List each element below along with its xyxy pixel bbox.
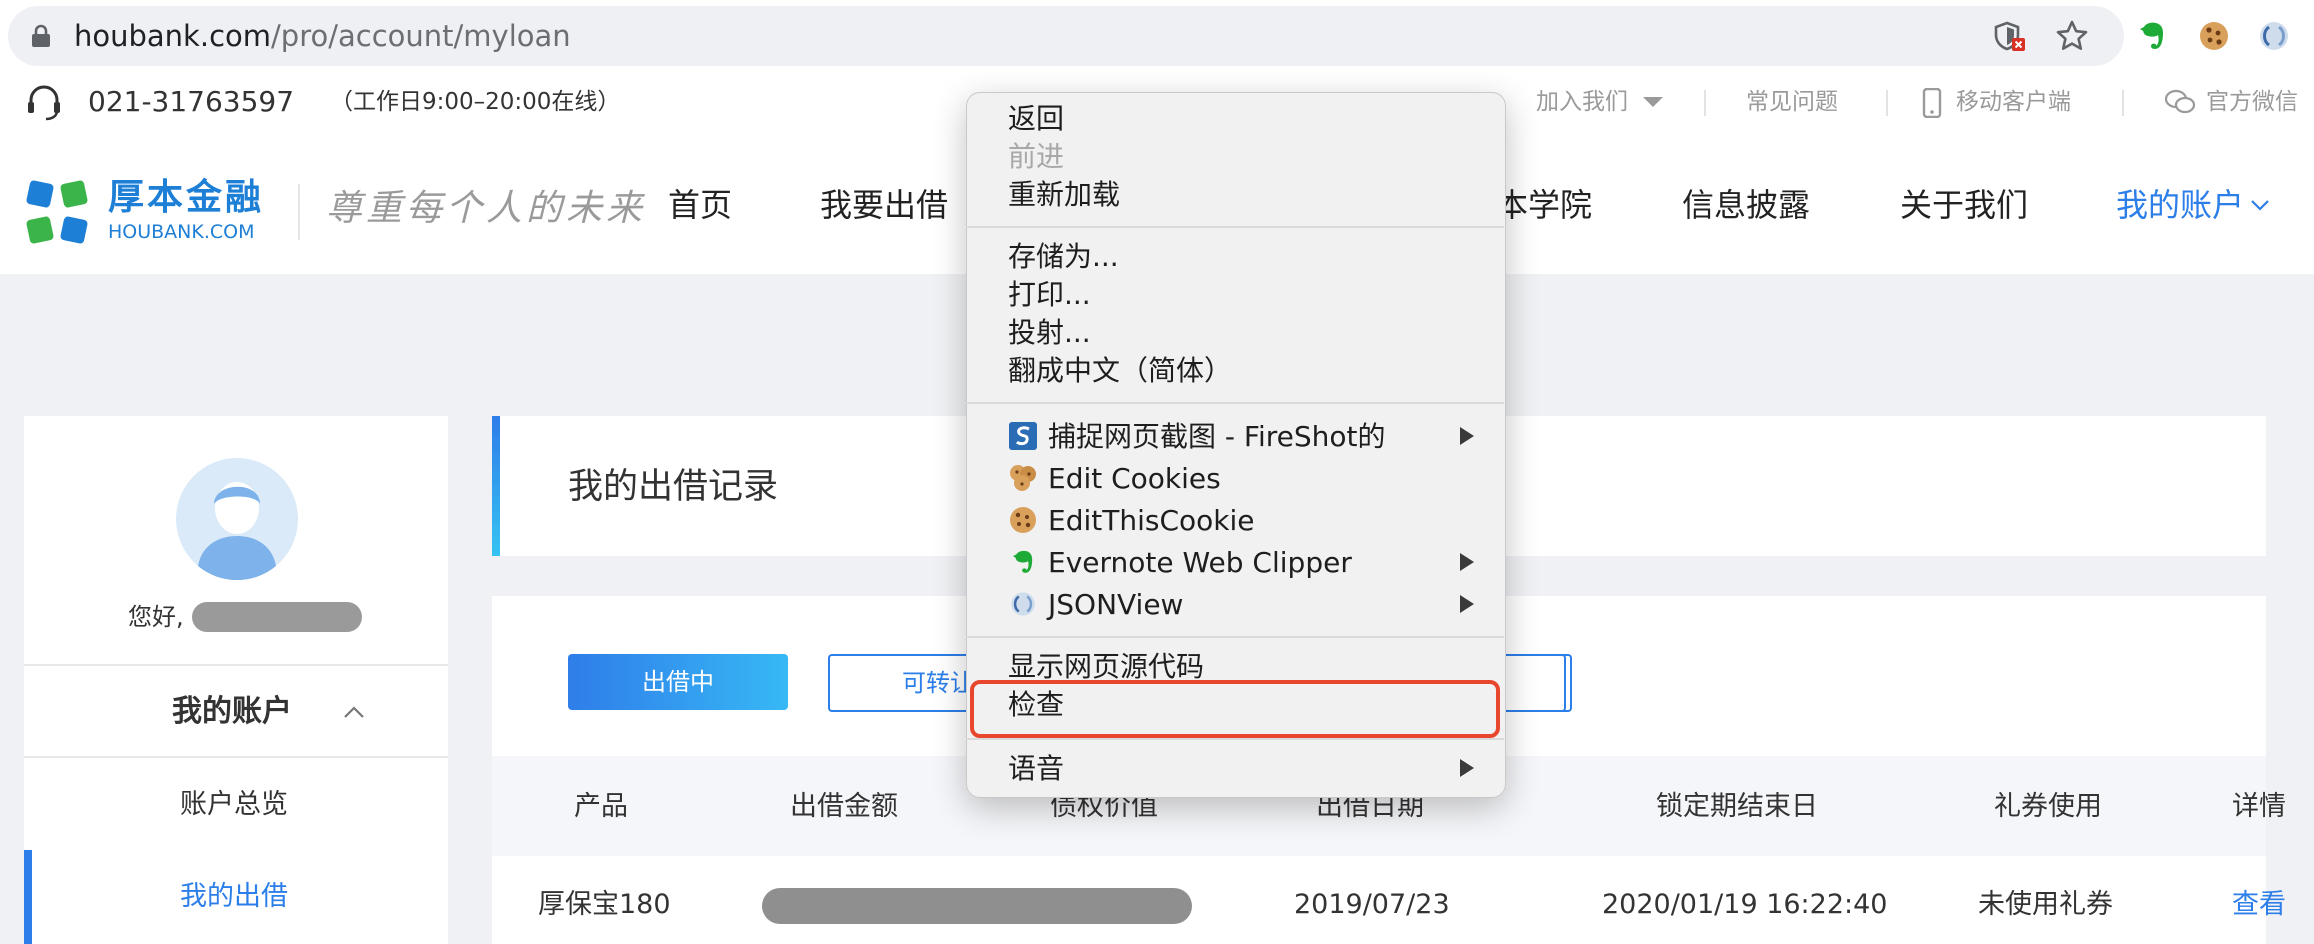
mobile-phone-icon bbox=[1922, 88, 1942, 118]
sidebar-divider bbox=[24, 756, 448, 758]
tab-lending[interactable]: 出借中 bbox=[568, 654, 788, 710]
logo-slogan: 尊重每个人的未来 bbox=[326, 188, 647, 229]
records-accent-bar bbox=[492, 416, 500, 556]
menu-item-fireshot[interactable]: 捕捉网页截图 - FireShot的 bbox=[1048, 418, 1386, 456]
top-divider bbox=[2122, 90, 2124, 116]
menu-item-inspect[interactable]: 检查 bbox=[1008, 686, 1064, 724]
join-us-link[interactable]: 加入我们 bbox=[1536, 86, 1628, 118]
row-coupon: 未使用礼券 bbox=[1978, 889, 2113, 920]
houbank-logo-icon[interactable] bbox=[24, 178, 90, 246]
menu-item-reload[interactable]: 重新加载 bbox=[1008, 176, 1120, 214]
redacted-amount bbox=[762, 888, 1192, 924]
redacted-username bbox=[192, 602, 362, 632]
url-host: houbank.com bbox=[74, 19, 272, 53]
sidebar-item-my-lending[interactable]: 我的出借 bbox=[180, 878, 288, 916]
column-header-detail: 详情 bbox=[2232, 791, 2286, 822]
logo-name-cn: 厚本金融 bbox=[108, 177, 265, 218]
jsonview-icon[interactable] bbox=[2256, 18, 2292, 54]
nav-home[interactable]: 首页 bbox=[668, 183, 732, 227]
hotline-number: 021-31763597 bbox=[88, 85, 295, 118]
menu-item-save-as[interactable]: 存储为... bbox=[1008, 238, 1119, 276]
top-divider bbox=[1704, 90, 1706, 116]
mobile-client-link[interactable]: 移动客户端 bbox=[1956, 86, 2071, 118]
column-header-lock-end: 锁定期结束日 bbox=[1656, 791, 1818, 822]
menu-separator bbox=[966, 226, 1504, 228]
menu-item-edit-cookies[interactable]: Edit Cookies bbox=[1048, 460, 1221, 498]
wechat-icon bbox=[2164, 89, 2196, 114]
avatar bbox=[176, 458, 298, 580]
menu-separator bbox=[966, 402, 1504, 404]
page-title: 我的出借记录 bbox=[568, 467, 779, 507]
editthiscookie-icon bbox=[1010, 507, 1036, 533]
faq-link[interactable]: 常见问题 bbox=[1746, 86, 1838, 118]
headset-icon bbox=[28, 85, 60, 121]
lock-icon[interactable] bbox=[30, 24, 52, 48]
chevron-up-icon[interactable] bbox=[342, 704, 366, 720]
submenu-arrow-icon bbox=[1460, 553, 1474, 571]
submenu-arrow-icon bbox=[1460, 759, 1474, 777]
submenu-arrow-icon bbox=[1460, 427, 1474, 445]
menu-item-print[interactable]: 打印... bbox=[1008, 276, 1091, 314]
greeting-text: 您好, bbox=[128, 603, 184, 631]
menu-item-evernote[interactable]: Evernote Web Clipper bbox=[1048, 544, 1352, 582]
sidebar-divider bbox=[24, 664, 448, 666]
nav-lend[interactable]: 我要出借 bbox=[820, 183, 948, 227]
jsonview-icon bbox=[1011, 592, 1035, 616]
submenu-arrow-icon bbox=[1460, 595, 1474, 613]
nav-my-account[interactable]: 我的账户 bbox=[2116, 183, 2244, 227]
star-icon[interactable] bbox=[2054, 18, 2090, 54]
menu-item-cast[interactable]: 投射... bbox=[1008, 314, 1091, 352]
top-divider bbox=[1886, 90, 1888, 116]
column-header-product: 产品 bbox=[574, 791, 628, 822]
sidebar-item-overview[interactable]: 账户总览 bbox=[180, 786, 288, 824]
view-detail-link[interactable]: 查看 bbox=[2232, 886, 2286, 924]
nav-disclosure[interactable]: 信息披露 bbox=[1682, 183, 1810, 227]
fireshot-icon bbox=[1009, 422, 1037, 450]
edit-cookies-icon bbox=[1010, 465, 1036, 491]
tab-transferable-label: 可转让 bbox=[902, 669, 974, 697]
url-text[interactable]: houbank.com/pro/account/myloan bbox=[74, 18, 571, 54]
evernote-icon[interactable] bbox=[2134, 18, 2170, 54]
sidebar-section-title[interactable]: 我的账户 bbox=[172, 692, 292, 732]
logo-divider bbox=[298, 184, 300, 240]
menu-separator bbox=[966, 738, 1504, 740]
column-header-coupon: 礼券使用 bbox=[1994, 791, 2102, 822]
chevron-down-icon bbox=[2251, 200, 2269, 211]
column-header-amount: 出借金额 bbox=[790, 791, 898, 822]
menu-item-jsonview[interactable]: JSONView bbox=[1048, 586, 1183, 624]
nav-academy[interactable]: 本学院 bbox=[1496, 183, 1592, 227]
wechat-link[interactable]: 官方微信 bbox=[2206, 86, 2298, 118]
menu-item-translate[interactable]: 翻成中文（简体） bbox=[1008, 352, 1232, 390]
service-hours: （工作日9:00–20:00在线） bbox=[330, 89, 621, 115]
menu-item-editthiscookie[interactable]: EditThisCookie bbox=[1048, 502, 1254, 540]
row-product: 厚保宝180 bbox=[538, 889, 671, 920]
menu-item-speech[interactable]: 语音 bbox=[1008, 750, 1064, 788]
menu-item-back[interactable]: 返回 bbox=[1008, 100, 1064, 138]
evernote-icon bbox=[1013, 550, 1033, 573]
menu-separator bbox=[966, 636, 1504, 638]
row-lock-end: 2020/01/19 16:22:40 bbox=[1602, 889, 1888, 920]
nav-about[interactable]: 关于我们 bbox=[1900, 183, 2028, 227]
url-path: /pro/account/myloan bbox=[271, 19, 571, 53]
logo-name-en: HOUBANK.COM bbox=[108, 221, 255, 243]
shield-blocked-icon[interactable] bbox=[1992, 18, 2028, 54]
menu-item-forward: 前进 bbox=[1008, 140, 1065, 173]
sidebar-active-indicator bbox=[24, 850, 32, 944]
cookie-icon[interactable] bbox=[2196, 18, 2232, 54]
caret-down-icon bbox=[1643, 97, 1663, 107]
tab-third[interactable] bbox=[1498, 654, 1566, 712]
row-date: 2019/07/23 bbox=[1294, 889, 1450, 920]
